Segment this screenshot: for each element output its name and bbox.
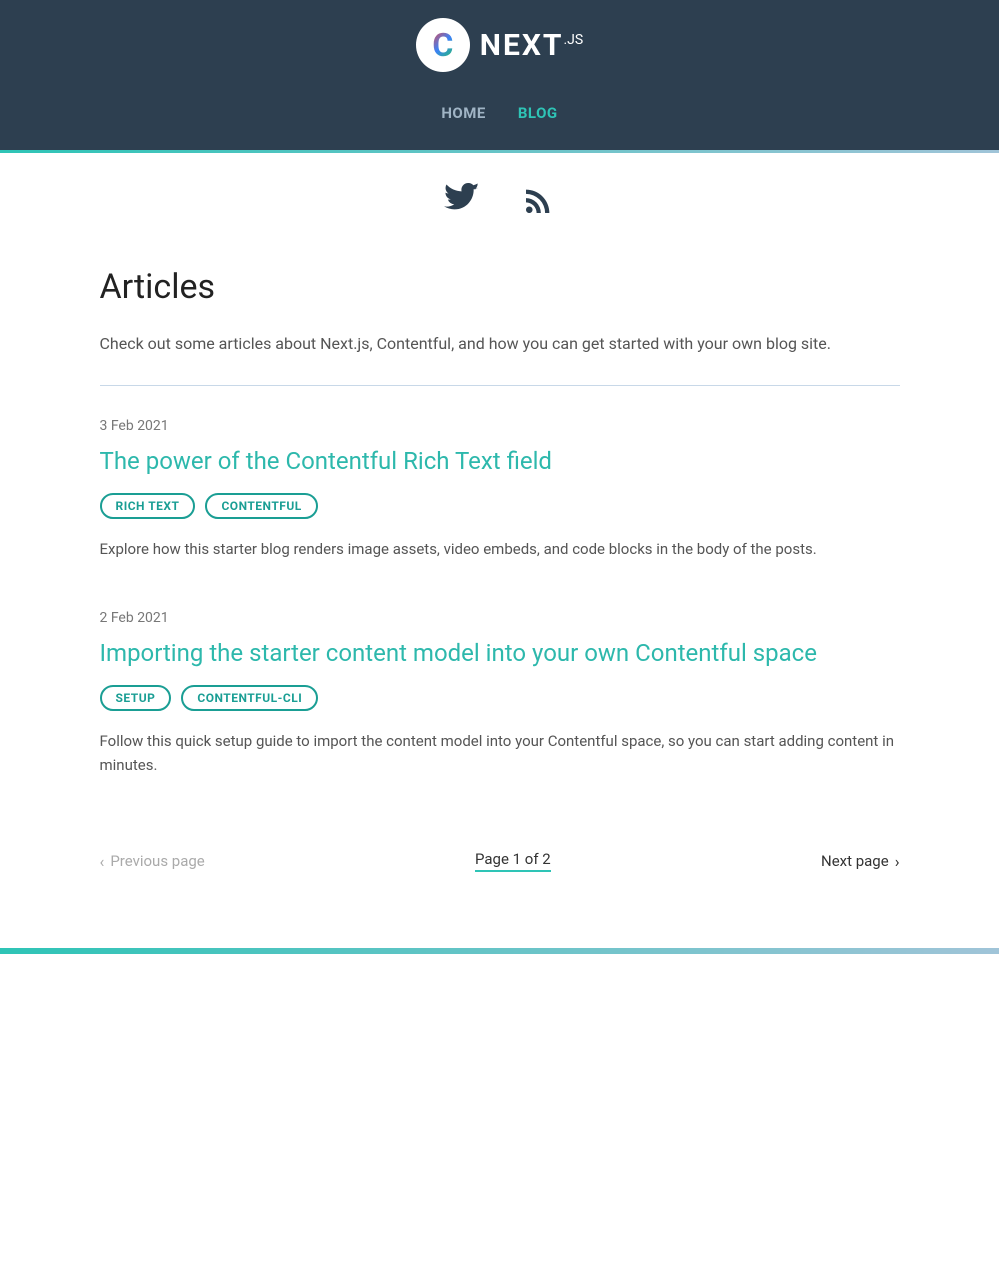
nav-blog[interactable]: BLOG — [518, 104, 558, 136]
page-description: Check out some articles about Next.js, C… — [100, 331, 900, 357]
tag-contentful[interactable]: CONTENTFUL — [205, 493, 317, 519]
pagination-current: Page 1 of 2 — [475, 850, 551, 872]
footer-bar — [0, 948, 999, 954]
section-divider — [100, 385, 900, 386]
rss-icon[interactable] — [520, 183, 556, 227]
article-title[interactable]: The power of the Contentful Rich Text fi… — [100, 446, 900, 477]
chevron-left-icon: ‹ — [100, 852, 105, 871]
nav-home[interactable]: HOME — [441, 104, 486, 136]
tag-setup[interactable]: SETUP — [100, 685, 172, 711]
article-excerpt: Explore how this starter blog renders im… — [100, 537, 900, 562]
social-bar — [0, 153, 999, 237]
main-content: Articles Check out some articles about N… — [70, 237, 930, 928]
header-border — [0, 150, 999, 153]
prev-page-button[interactable]: ‹ Previous page — [100, 852, 205, 871]
prev-page-label: Previous page — [110, 852, 204, 870]
tag-rich-text[interactable]: RICH TEXT — [100, 493, 196, 519]
article-excerpt-2: Follow this quick setup guide to import … — [100, 729, 900, 779]
site-header: C NEXT.JS HOME BLOG — [0, 0, 999, 153]
logo-area: C NEXT.JS — [416, 18, 583, 72]
article-date: 3 Feb 2021 — [100, 418, 900, 434]
contentful-logo-c: C — [432, 29, 453, 61]
chevron-right-icon: › — [895, 852, 900, 871]
article-date: 2 Feb 2021 — [100, 610, 900, 626]
next-page-button[interactable]: Next page › — [821, 852, 900, 871]
tag-contentful-cli[interactable]: CONTENTFUL-CLI — [181, 685, 318, 711]
article-item: 2 Feb 2021 Importing the starter content… — [100, 610, 900, 779]
article-tags: RICH TEXT CONTENTFUL — [100, 493, 900, 519]
page-title: Articles — [100, 267, 900, 307]
article-item: 3 Feb 2021 The power of the Contentful R… — [100, 418, 900, 562]
article-tags-2: SETUP CONTENTFUL-CLI — [100, 685, 900, 711]
article-title-2[interactable]: Importing the starter content model into… — [100, 638, 900, 669]
contentful-logo: C — [416, 18, 470, 72]
twitter-icon[interactable] — [444, 183, 480, 227]
nextjs-logo: NEXT.JS — [480, 28, 583, 63]
pagination: ‹ Previous page Page 1 of 2 Next page › — [100, 826, 900, 888]
nextjs-logo-suffix: .JS — [563, 32, 583, 48]
next-page-label: Next page — [821, 852, 889, 870]
main-nav: HOME BLOG — [441, 90, 557, 150]
